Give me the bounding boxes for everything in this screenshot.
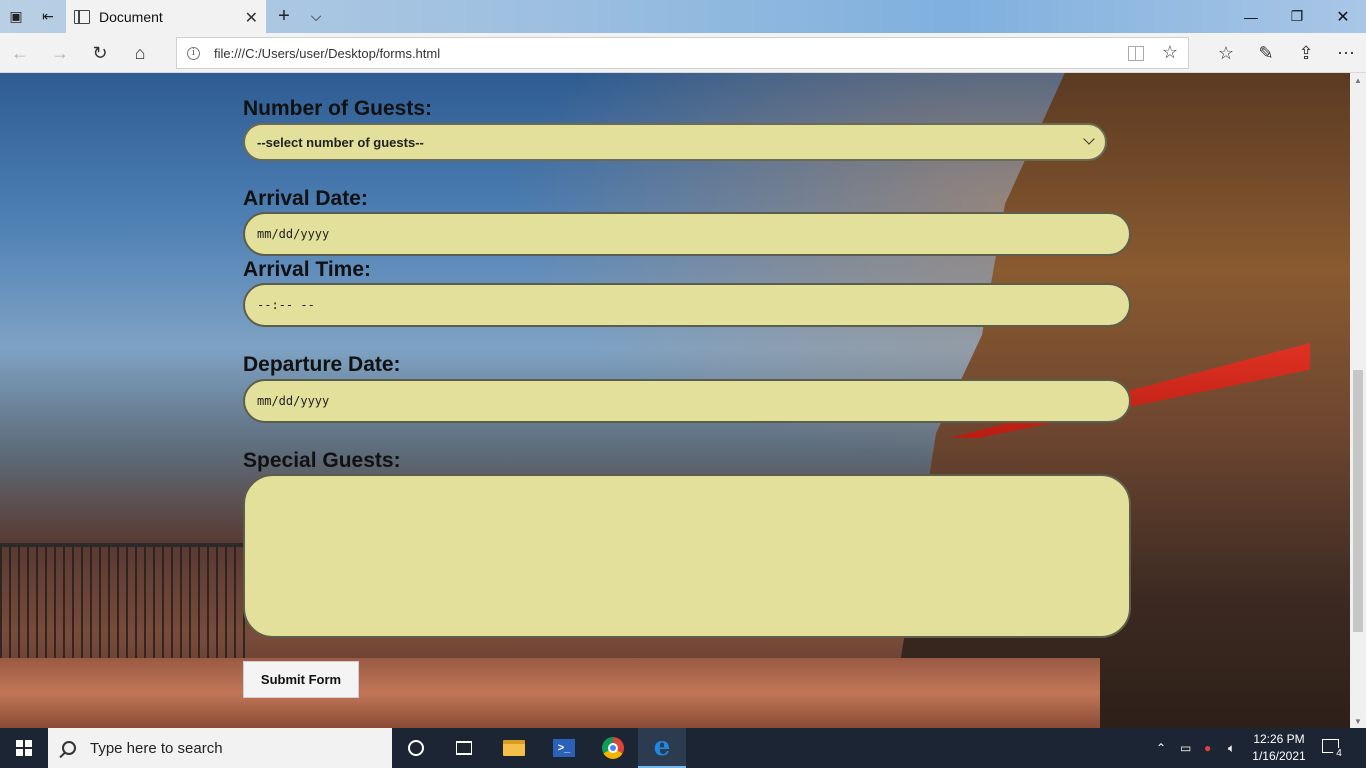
page-scrollbar[interactable]: ▲ ▼ — [1350, 73, 1366, 728]
windows-logo-icon — [16, 740, 32, 756]
reading-view-icon[interactable] — [1128, 46, 1144, 61]
cortana-icon — [408, 740, 424, 756]
task-view-button[interactable] — [440, 728, 488, 768]
file-explorer-icon — [503, 740, 525, 756]
tabs-aside-icon[interactable]: ⇤ — [32, 0, 64, 33]
home-button[interactable]: ⌂ — [120, 33, 160, 73]
edge-icon: e — [653, 732, 671, 762]
browser-nav-bar: ← → ↻ ⌂ i file:///C:/Users/user/Desktop/… — [0, 33, 1366, 73]
arrival-date-input[interactable]: mm/dd/yyyy — [243, 212, 1131, 256]
task-view-icon — [456, 741, 472, 755]
more-icon[interactable]: ⋯ — [1326, 33, 1366, 73]
powershell-icon: >_ — [553, 739, 575, 757]
background-railing — [0, 543, 245, 663]
departure-date-input[interactable]: mm/dd/yyyy — [243, 379, 1131, 423]
arrival-time-input[interactable]: --:-- -- — [243, 283, 1131, 327]
close-window-button[interactable]: ✕ — [1320, 0, 1366, 33]
arrival-time-value: --:-- -- — [257, 298, 315, 312]
edge-button[interactable]: e — [638, 728, 686, 768]
tab-title: Document — [99, 8, 163, 25]
info-icon[interactable]: i — [187, 46, 200, 60]
tab-groups-icon[interactable]: ▣ — [0, 0, 32, 33]
tab-preview-chevron-icon[interactable]: ⌵ — [300, 0, 332, 33]
chevron-down-icon — [1083, 133, 1095, 145]
special-guests-textarea[interactable] — [243, 474, 1131, 638]
favorites-icon[interactable]: ☆ — [1206, 33, 1246, 73]
powershell-button[interactable]: >_ — [540, 728, 588, 768]
guests-select-value: --select number of guests-- — [257, 134, 424, 150]
arrival-date-label: Arrival Date: — [243, 187, 368, 210]
page-viewport: Number of Guests: --select number of gue… — [0, 73, 1350, 728]
special-guests-label: Special Guests: — [243, 449, 401, 472]
arrival-date-value: mm/dd/yyyy — [257, 227, 330, 241]
tab-close-icon[interactable]: ✕ — [245, 8, 258, 28]
windows-taskbar: Type here to search >_ e ⌃ ▭ ● 🔈︎ 12:26 … — [0, 728, 1366, 768]
taskbar-clock[interactable]: 12:26 PM 1/16/2021 — [1252, 731, 1306, 765]
volume-icon[interactable]: 🔈︎ — [1228, 728, 1235, 768]
taskbar-search-placeholder: Type here to search — [90, 739, 223, 757]
search-icon — [62, 741, 76, 755]
address-bar[interactable]: i file:///C:/Users/user/Desktop/forms.ht… — [176, 37, 1189, 69]
chrome-icon — [602, 737, 624, 759]
background-floor — [0, 658, 1100, 728]
scrollbar-thumb[interactable] — [1353, 370, 1363, 632]
notification-count: 4 — [1333, 748, 1345, 760]
departure-date-value: mm/dd/yyyy — [257, 394, 330, 408]
cortana-button[interactable] — [392, 728, 440, 768]
guests-select[interactable]: --select number of guests-- — [243, 123, 1107, 161]
taskbar-search-box[interactable]: Type here to search — [48, 728, 392, 768]
guests-label: Number of Guests: — [243, 97, 433, 120]
departure-date-label: Departure Date: — [243, 353, 401, 376]
start-button[interactable] — [0, 728, 48, 768]
tab-document[interactable]: Document ✕ — [66, 0, 266, 33]
clock-time: 12:26 PM — [1253, 732, 1305, 746]
restore-button[interactable]: ❐ — [1274, 0, 1320, 33]
refresh-button[interactable]: ↻ — [80, 33, 120, 73]
network-icon[interactable]: ● — [1204, 728, 1211, 768]
browser-tab-bar: ▣ ⇤ Document ✕ + ⌵ — ❐ ✕ — [0, 0, 1366, 33]
address-url: file:///C:/Users/user/Desktop/forms.html — [214, 45, 441, 61]
share-icon[interactable]: ⇪ — [1286, 33, 1326, 73]
minimize-button[interactable]: — — [1228, 0, 1274, 33]
back-button[interactable]: ← — [0, 33, 40, 73]
page-icon — [74, 9, 90, 24]
new-tab-button[interactable]: + — [268, 0, 300, 33]
show-hidden-icons-chevron-icon[interactable]: ⌃ — [1156, 728, 1166, 768]
submit-form-button[interactable]: Submit Form — [243, 661, 359, 698]
scroll-up-arrow-icon[interactable]: ▲ — [1350, 73, 1366, 87]
chrome-button[interactable] — [589, 728, 637, 768]
file-explorer-button[interactable] — [490, 728, 538, 768]
action-center-button[interactable]: 4 — [1320, 736, 1345, 760]
add-favorite-icon[interactable]: ☆ — [1162, 42, 1178, 63]
scroll-down-arrow-icon[interactable]: ▼ — [1350, 714, 1366, 728]
clock-date: 1/16/2021 — [1252, 749, 1306, 763]
battery-icon[interactable]: ▭ — [1180, 728, 1191, 768]
web-note-icon[interactable]: ✎ — [1246, 33, 1286, 73]
forward-button[interactable]: → — [40, 33, 80, 73]
arrival-time-label: Arrival Time: — [243, 258, 371, 281]
